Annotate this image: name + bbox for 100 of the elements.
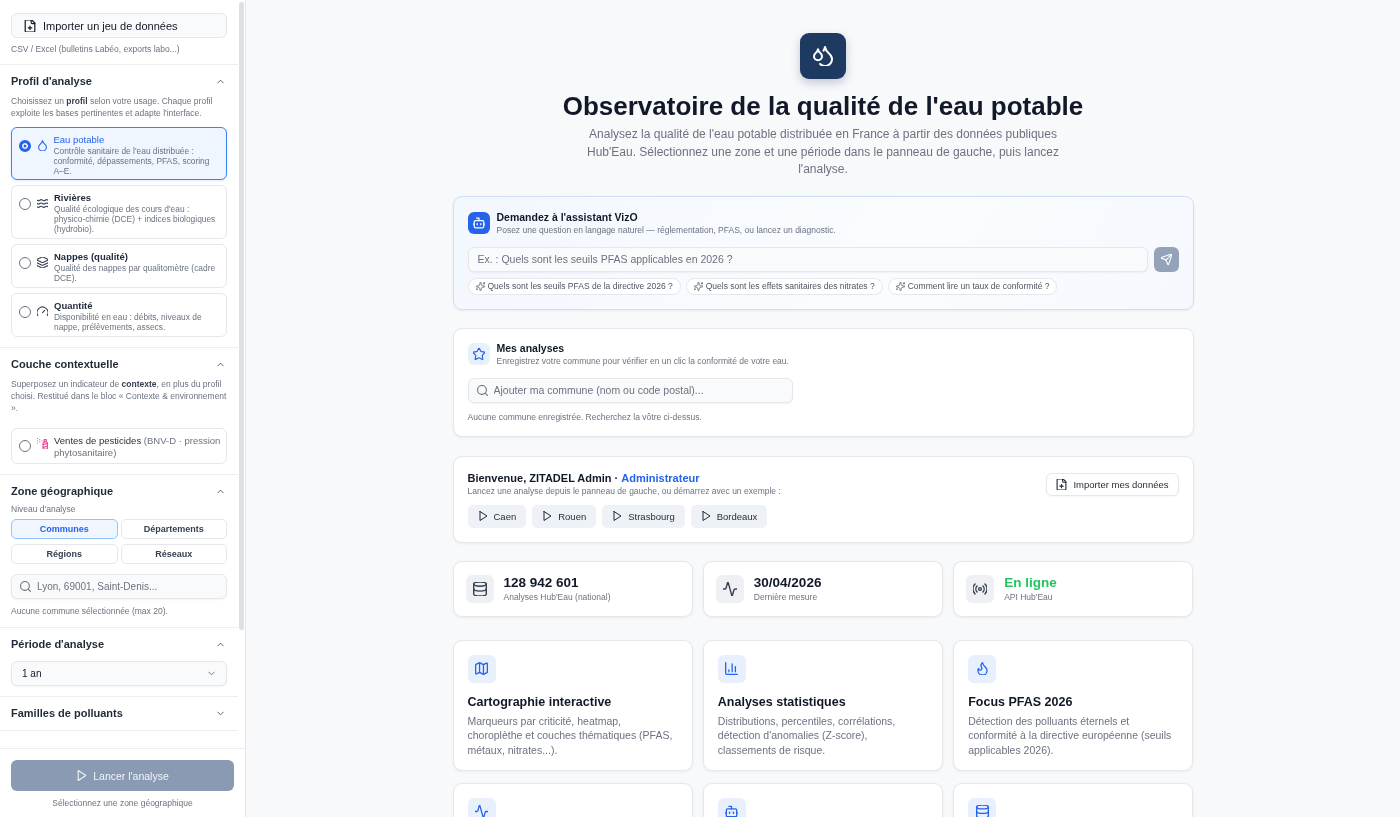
- file-plus-icon: [1056, 478, 1068, 490]
- profile-description: Qualité écologique des cours d'eau : physico-chimie (DCE) + indices biologiques (hydrobio).: [54, 204, 217, 234]
- selection-hint: Aucune commune sélectionnée (max 20).: [11, 606, 169, 617]
- search-icon: [476, 384, 488, 396]
- droplets-logo-icon: [800, 33, 846, 79]
- question-input[interactable]: Ex. : Quels sont les seuils PFAS applicables en 2026 ?: [467, 246, 1148, 272]
- role-label: Administrateur: [621, 470, 700, 485]
- radio-button[interactable]: [19, 257, 31, 269]
- card-title: Demandez à l'assistant VizO: [496, 210, 639, 224]
- empty-state-text: Aucune commune enregistrée. Recherchez la vôtre ci-dessus.: [467, 411, 703, 423]
- section-title: Zone géographique: [11, 485, 114, 497]
- section-title: Profil d'analyse: [11, 75, 92, 87]
- star-icon: [467, 343, 490, 365]
- sparkles-icon: [475, 281, 485, 291]
- droplet-icon: [36, 139, 48, 151]
- radio-button[interactable]: [19, 306, 31, 318]
- example-button[interactable]: Caen: [467, 504, 527, 528]
- feature-card[interactable]: Cartographie interactive Marqueurs par criticité, heatmap, choroplèthe et couches thématiques (PFAS, métaux, nitrates...).: [452, 639, 693, 771]
- layer-label: Ventes de pesticides (BNV-D · pression phytosanitaire): [54, 435, 221, 458]
- suggestion-chip[interactable]: Comment lire un taux de conformité ?: [887, 277, 1058, 295]
- pulse-icon: [467, 797, 496, 817]
- pulse-icon: [715, 574, 744, 603]
- section-title: Période d'analyse: [11, 638, 105, 650]
- radio-button[interactable]: [19, 440, 31, 452]
- play-icon: [700, 511, 711, 521]
- period-select[interactable]: 1 an: [11, 661, 227, 686]
- card-description: Enregistrez votre commune pour vérifier en un clic la conformité de votre eau.: [496, 355, 789, 367]
- suggestion-chip[interactable]: Quels sont les seuils PFAS de la directive 2026 ?: [467, 277, 681, 295]
- profile-title: Eau potable: [53, 133, 106, 146]
- feature-description: Détection des polluants éternels et conformité à la directive européenne (seuils applicables 2026).: [968, 713, 1173, 757]
- broadcast-icon: [966, 574, 995, 603]
- welcome-title: Bienvenue, ZITADEL Admin ·: [467, 470, 619, 485]
- stat-label: API Hub'Eau: [1004, 592, 1054, 603]
- section-title: Familles de polluants: [11, 707, 123, 719]
- feature-card[interactable]: Analyses statistiques Distributions, percentiles, corrélations, détection d'anomalies (Z-score), classements de risque.: [702, 639, 944, 771]
- level-toggle-button[interactable]: Réseaux: [120, 544, 227, 564]
- profile-title: Rivières: [54, 192, 92, 204]
- profile-description: Disponibilité en eau : débits, niveaux de nappe, prélèvements, assecs.: [54, 312, 203, 332]
- play-icon: [76, 770, 88, 781]
- card-title: Mes analyses: [496, 341, 566, 355]
- level-toggle-button[interactable]: Départements: [120, 519, 227, 539]
- example-button[interactable]: Bordeaux: [690, 504, 768, 528]
- example-button[interactable]: Strasbourg: [602, 504, 685, 528]
- send-icon: [1160, 253, 1172, 265]
- run-hint: Sélectionnez une zone géographique: [51, 798, 194, 809]
- radio-button[interactable]: [19, 198, 31, 210]
- database-icon: [465, 574, 494, 603]
- robot-icon: [467, 212, 490, 234]
- context-layer-option[interactable]: Ventes de pesticides (BNV-D · pression phytosanitaire): [11, 428, 227, 464]
- feature-title: Cartographie interactive: [467, 693, 612, 710]
- spray-bottle-icon: [37, 438, 48, 449]
- map-icon: [467, 654, 496, 683]
- feature-title: Focus PFAS 2026: [968, 693, 1073, 710]
- chevron-down-icon: [207, 669, 216, 678]
- stat-label: Analyses Hub'Eau (national): [503, 592, 611, 603]
- sparkles-icon: [895, 281, 905, 291]
- stat-value: En ligne: [1004, 574, 1057, 591]
- suggestion-chip[interactable]: Quels sont les effets sanitaires des nitrates ?: [685, 277, 883, 295]
- robot-icon: [717, 797, 746, 817]
- section-description: Superposez un indicateur de contexte, en plus du profil choisi. Restitué dans le bloc « Contexte & environnement ».: [11, 378, 227, 414]
- example-button[interactable]: Rouen: [532, 504, 597, 528]
- profile-option[interactable]: Eau potable Contrôle sanitaire de l'eau distribuée : conformité, dépassements, PFAS, scoring A–E.: [11, 127, 227, 180]
- layers-icon: [37, 257, 48, 268]
- profile-option[interactable]: Rivières Qualité écologique des cours d'eau : physico-chimie (DCE) + indices biologiques (hydrobio).: [11, 185, 227, 239]
- profile-description: Contrôle sanitaire de l'eau distribuée : conformité, dépassements, PFAS, scoring A–E.: [53, 145, 211, 176]
- page-subtitle: Analysez la qualité de l'eau potable distribuée en France à partir des données publiques Hub'Eau. Sélectionnez une zone et une période dans le panneau de gauche, puis lancez l'analyse.: [586, 126, 1060, 178]
- gauge-icon: [37, 306, 48, 317]
- play-icon: [612, 511, 623, 521]
- feature-title: Analyses statistiques: [717, 693, 846, 710]
- stat-label: Dernière mesure: [753, 592, 819, 603]
- level-label: Niveau d'analyse: [11, 503, 77, 515]
- search-icon: [20, 581, 31, 592]
- stat-value: 128 942 601: [503, 574, 580, 591]
- profile-title: Nappes (qualité): [54, 251, 129, 263]
- bar-chart-icon: [717, 654, 746, 683]
- section-description: Choisissez un profil selon votre usage. Chaque profil exploite les bases pertinentes et adapte l'interface.: [11, 95, 214, 119]
- page-title: Observatoire de la qualité de l'eau potable: [561, 91, 1085, 121]
- database-icon: [968, 797, 997, 817]
- flame-icon: [968, 654, 997, 683]
- feature-card[interactable]: Focus PFAS 2026 Détection des polluants éternels et conformité à la directive européenne (seuils applicables 2026).: [953, 639, 1194, 771]
- play-icon: [477, 511, 488, 521]
- profile-option[interactable]: Nappes (qualité) Qualité des nappes par qualitomètre (cadre DCE).: [11, 244, 227, 288]
- profile-option[interactable]: Quantité Disponibilité en eau : débits, niveaux de nappe, prélèvements, assecs.: [11, 293, 227, 337]
- level-toggle-button[interactable]: Régions: [11, 544, 118, 564]
- play-icon: [542, 511, 553, 521]
- import-data-button[interactable]: Importer mes données: [1046, 472, 1179, 496]
- commune-search-field[interactable]: Lyon, 69001, Saint-Denis...: [11, 574, 227, 599]
- import-dataset-button[interactable]: Importer un jeu de données: [11, 13, 227, 38]
- scrollbar-thumb[interactable]: [239, 2, 244, 630]
- section-title: Couche contextuelle: [11, 358, 119, 370]
- feature-description: Marqueurs par criticité, heatmap, choroplèthe et couches thématiques (PFAS, métaux, nitrates...).: [467, 713, 674, 757]
- import-hint: CSV / Excel (bulletins Labéo, exports labo...): [11, 44, 181, 55]
- waves-icon: [37, 198, 48, 209]
- level-toggle-button[interactable]: Communes: [11, 519, 118, 539]
- commune-search-field[interactable]: Ajouter ma commune (nom ou code postal)...: [467, 377, 793, 403]
- profile-title: Quantité: [54, 300, 94, 312]
- radio-button[interactable]: [18, 139, 31, 152]
- stat-value: 30/04/2026: [753, 574, 822, 591]
- sparkles-icon: [693, 281, 703, 291]
- profile-description: Qualité des nappes par qualitomètre (cadre DCE).: [54, 263, 217, 283]
